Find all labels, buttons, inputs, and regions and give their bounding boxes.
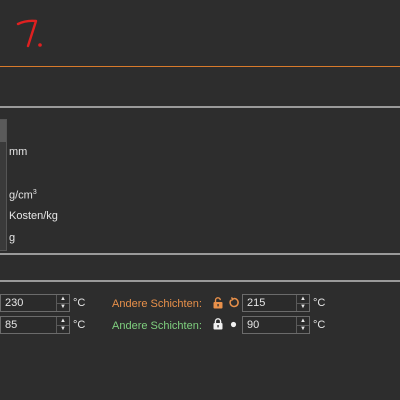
spin-up-icon[interactable]: ▲ bbox=[57, 317, 69, 326]
spin-value: 215 bbox=[247, 297, 266, 309]
reset-icon[interactable] bbox=[228, 296, 240, 309]
spin-down-icon[interactable]: ▼ bbox=[57, 326, 69, 334]
spin-arrows[interactable]: ▲ ▼ bbox=[56, 317, 69, 333]
other-layers-nozzle-temp-input[interactable]: 215 ▲ ▼ bbox=[242, 294, 310, 312]
spin-arrows[interactable]: ▲ ▼ bbox=[56, 295, 69, 311]
cost-unit: Kosten/kg bbox=[9, 210, 58, 222]
section-divider-orange bbox=[0, 66, 400, 67]
lock-open-icon[interactable] bbox=[212, 297, 224, 309]
temp-unit: °C bbox=[73, 297, 86, 309]
temp-unit: °C bbox=[313, 297, 326, 309]
section-divider bbox=[0, 106, 400, 108]
filament-settings-panel bbox=[0, 119, 7, 251]
spin-arrows[interactable]: ▲ ▼ bbox=[296, 317, 309, 333]
spin-value: 230 bbox=[5, 297, 24, 309]
other-layers-bed-temp-input[interactable]: 90 ▲ ▼ bbox=[242, 316, 310, 334]
step-number-annotation bbox=[16, 19, 42, 48]
spin-value: 90 bbox=[247, 319, 260, 331]
section-divider bbox=[0, 253, 400, 255]
section-divider bbox=[0, 280, 400, 282]
weight-unit: g bbox=[9, 232, 16, 244]
other-layers-label: Andere Schichten: bbox=[112, 298, 202, 310]
diameter-unit: mm bbox=[9, 146, 28, 158]
temp-unit: °C bbox=[313, 319, 326, 331]
spin-arrows[interactable]: ▲ ▼ bbox=[296, 295, 309, 311]
other-layers-label: Andere Schichten: bbox=[112, 320, 202, 332]
dot-icon bbox=[230, 321, 237, 328]
spin-up-icon[interactable]: ▲ bbox=[297, 295, 309, 304]
panel-header bbox=[0, 120, 6, 142]
temp-unit: °C bbox=[73, 319, 86, 331]
first-layer-nozzle-temp-input[interactable]: 230 ▲ ▼ bbox=[0, 294, 70, 312]
spin-up-icon[interactable]: ▲ bbox=[57, 295, 69, 304]
spin-value: 85 bbox=[5, 319, 18, 331]
spin-down-icon[interactable]: ▼ bbox=[57, 304, 69, 312]
spin-up-icon[interactable]: ▲ bbox=[297, 317, 309, 326]
spin-down-icon[interactable]: ▼ bbox=[297, 326, 309, 334]
first-layer-bed-temp-input[interactable]: 85 ▲ ▼ bbox=[0, 316, 70, 334]
spin-down-icon[interactable]: ▼ bbox=[297, 304, 309, 312]
density-unit: g/cm3 bbox=[9, 189, 37, 202]
lock-closed-icon[interactable] bbox=[212, 318, 224, 330]
